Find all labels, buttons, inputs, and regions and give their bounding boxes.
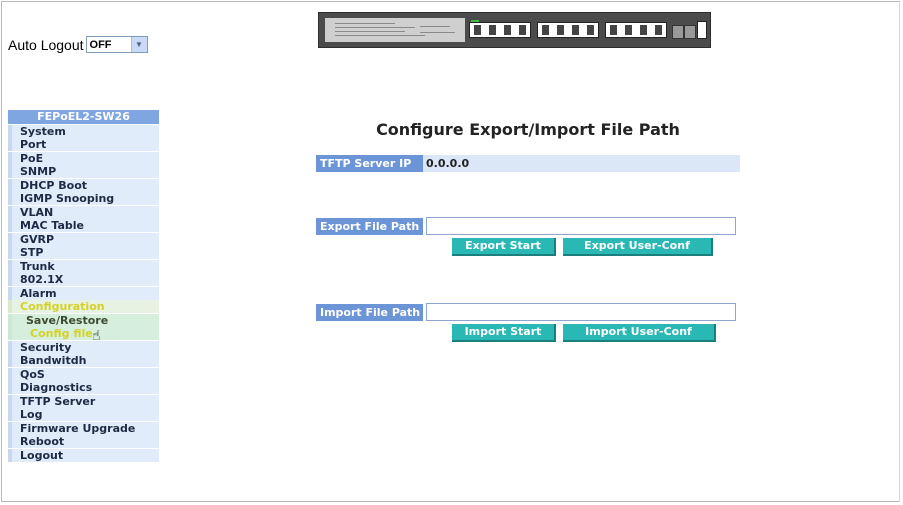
sidebar-item-igmp-snooping[interactable]: IGMP Snooping xyxy=(8,192,159,205)
import-user-conf-button[interactable]: Import User-Conf xyxy=(563,324,716,342)
sfp-port-2 xyxy=(684,25,696,39)
port-group-3 xyxy=(605,22,667,38)
sidebar-item-firmware-upgrade[interactable]: Firmware Upgrade xyxy=(8,421,159,435)
auto-logout-value: OFF xyxy=(89,38,112,51)
sidebar-menu: FEPoEL2-SW26 System Port PoE SNMP DHCP B… xyxy=(8,110,159,462)
switch-label-panel xyxy=(325,18,465,42)
auto-logout: Auto Logout OFF ▼ xyxy=(8,36,148,53)
sidebar-item-security[interactable]: Security xyxy=(8,340,159,354)
sidebar-item-tftp-server[interactable]: TFTP Server xyxy=(8,394,159,408)
sidebar-item-log[interactable]: Log xyxy=(8,408,159,421)
sidebar-item-poe[interactable]: PoE xyxy=(8,151,159,165)
chevron-down-icon[interactable]: ▼ xyxy=(130,37,147,52)
sidebar-item-alarm[interactable]: Alarm xyxy=(8,286,159,300)
tftp-server-ip-value: 0.0.0.0 xyxy=(426,157,470,170)
switch-front-panel-image xyxy=(318,12,711,48)
sidebar-item-vlan[interactable]: VLAN xyxy=(8,205,159,219)
sidebar-item-qos[interactable]: QoS xyxy=(8,367,159,381)
export-file-path-label: Export File Path xyxy=(316,218,423,235)
port-group-1 xyxy=(469,22,531,38)
sidebar-item-mac-table[interactable]: MAC Table xyxy=(8,219,159,232)
sidebar-item-bandwidth[interactable]: Bandwitdh xyxy=(8,354,159,367)
sidebar-item-diagnostics[interactable]: Diagnostics xyxy=(8,381,159,394)
sidebar-item-stp[interactable]: STP xyxy=(8,246,159,259)
sidebar-item-port[interactable]: Port xyxy=(8,138,159,151)
import-file-path-label: Import File Path xyxy=(316,304,423,321)
page-title: Configure Export/Import File Path xyxy=(376,120,680,139)
sidebar-subitem-config-file[interactable]: Config file xyxy=(8,327,159,340)
sidebar-item-logout[interactable]: Logout xyxy=(8,448,159,462)
uplink-port xyxy=(697,21,707,39)
import-file-path-input[interactable] xyxy=(426,303,736,321)
sidebar-item-system[interactable]: System xyxy=(8,124,159,138)
export-start-button[interactable]: Export Start xyxy=(452,238,556,256)
port-group-2 xyxy=(537,22,599,38)
auto-logout-select[interactable]: OFF ▼ xyxy=(85,36,148,53)
sidebar-item-dhcp-boot[interactable]: DHCP Boot xyxy=(8,178,159,192)
menu-header: FEPoEL2-SW26 xyxy=(8,110,159,124)
sidebar-item-8021x[interactable]: 802.1X xyxy=(8,273,159,286)
import-start-button[interactable]: Import Start xyxy=(452,324,556,342)
auto-logout-label: Auto Logout xyxy=(8,36,84,53)
sfp-port-1 xyxy=(672,25,684,39)
sidebar-item-configuration[interactable]: Configuration xyxy=(8,300,159,313)
sidebar-item-trunk[interactable]: Trunk xyxy=(8,259,159,273)
export-file-path-input[interactable] xyxy=(426,217,736,235)
sidebar-item-snmp[interactable]: SNMP xyxy=(8,165,159,178)
hand-pointer-icon: ☝ xyxy=(92,328,101,344)
tftp-server-ip-label: TFTP Server IP xyxy=(316,155,423,172)
sidebar-subitem-save-restore[interactable]: Save/Restore xyxy=(8,313,159,327)
sidebar-item-reboot[interactable]: Reboot xyxy=(8,435,159,448)
export-user-conf-button[interactable]: Export User-Conf xyxy=(563,238,713,256)
sidebar-item-gvrp[interactable]: GVRP xyxy=(8,232,159,246)
